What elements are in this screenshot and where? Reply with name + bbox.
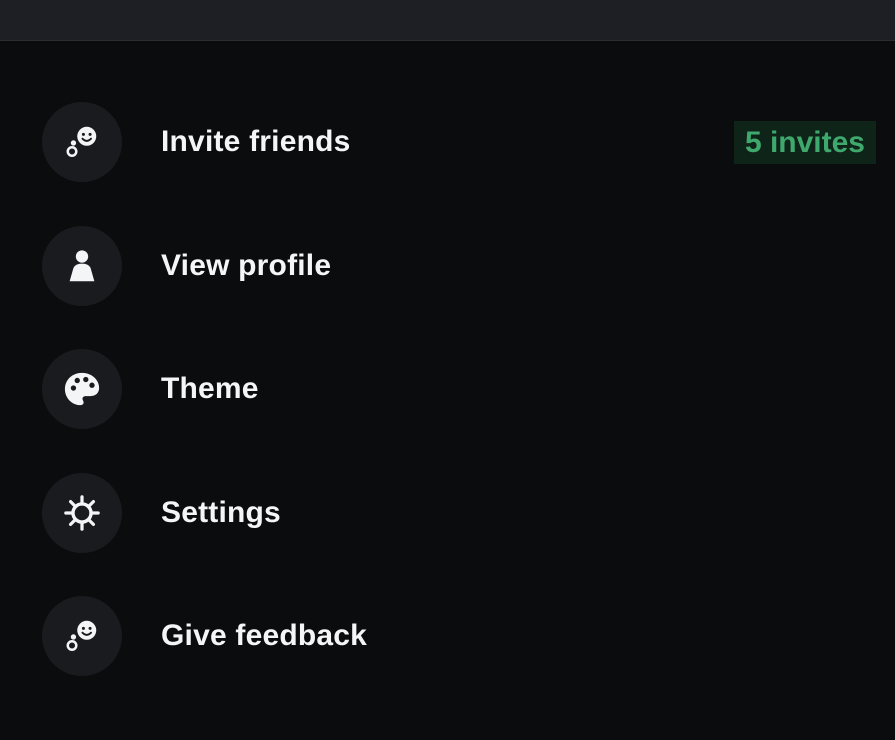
menu-item-label: Settings [161,495,281,529]
feedback-icon [66,620,97,652]
icon-container [42,102,122,182]
palette-icon [64,372,100,406]
menu-item-invite-friends[interactable]: Invite friends 5 invites [0,102,895,182]
menu-item-theme[interactable]: Theme [0,349,895,429]
menu-item-give-feedback[interactable]: Give feedback [0,596,895,676]
person-icon [69,249,95,281]
invites-badge: 5 invites [733,121,876,164]
menu-item-label: View profile [161,248,332,282]
menu-item-label: Give feedback [161,619,368,652]
icon-container [42,472,122,553]
top-bar [0,0,895,41]
menu-item-view-profile[interactable]: View profile [0,225,895,306]
invite-friends-icon [66,126,97,158]
icon-container [42,596,122,676]
icon-container [42,349,122,429]
menu-item-label: Theme [161,372,259,405]
gear-icon [64,494,100,531]
menu-list: Invite friends 5 invites View profile Th… [0,102,895,720]
menu-item-label: Invite friends [161,125,351,158]
menu-item-settings[interactable]: Settings [0,472,895,553]
icon-container [42,225,122,306]
